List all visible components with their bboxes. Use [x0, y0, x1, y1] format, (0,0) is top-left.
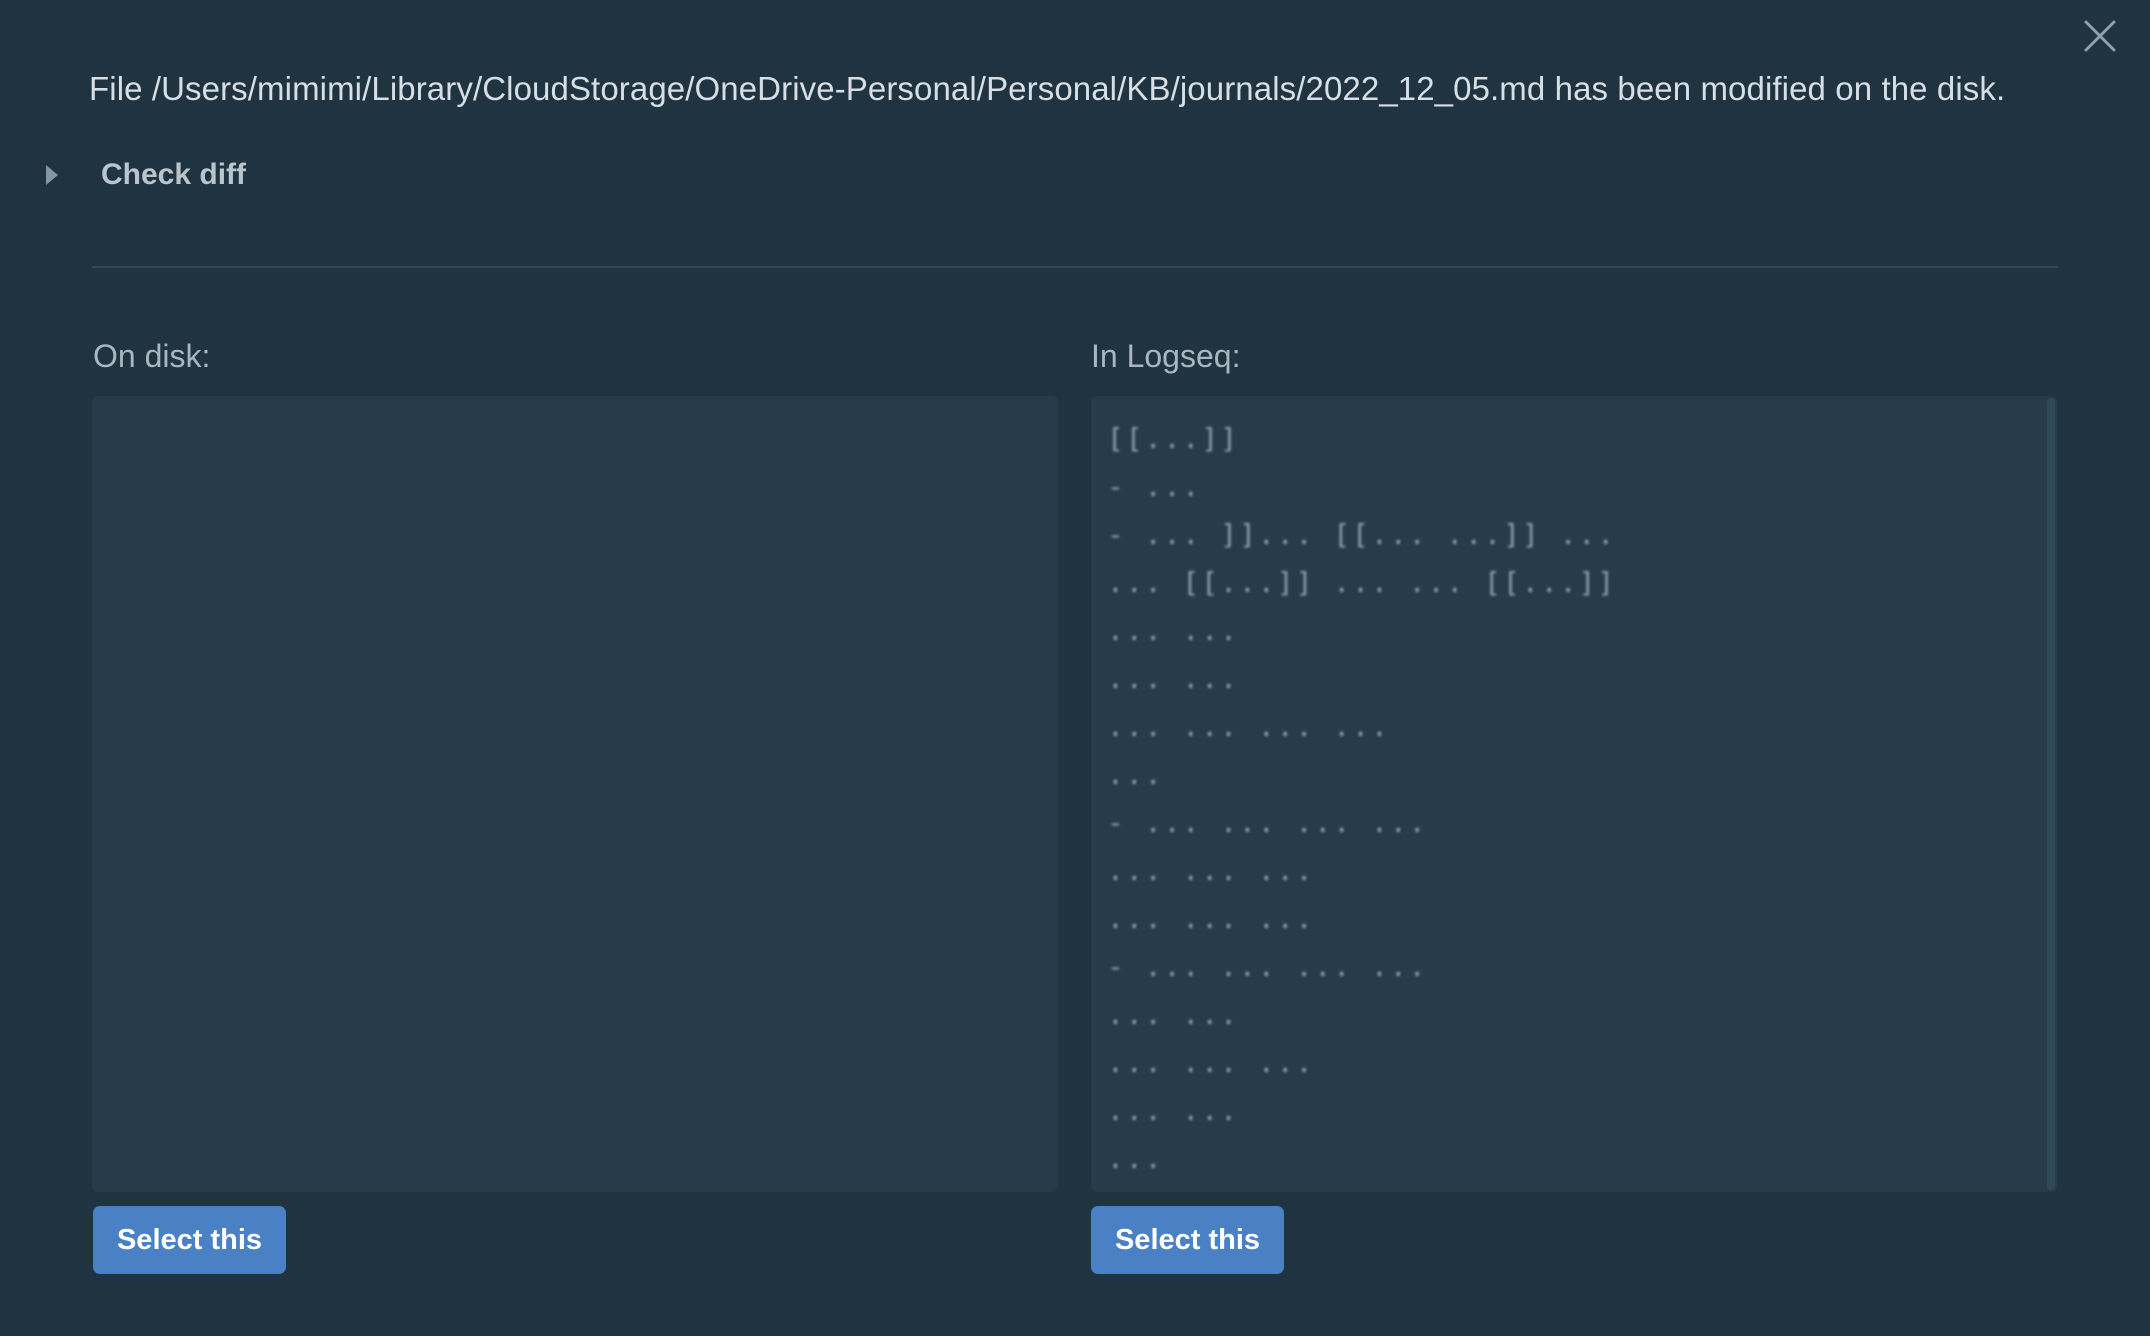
content-line: ... ... [1107, 613, 1240, 647]
logseq-text: [[...]] - ... - ... ]]... [[... ...]] ..… [1107, 414, 2033, 1182]
content-line: ... ... [1107, 1093, 1240, 1127]
in-logseq-content[interactable]: [[...]] - ... - ... ]]... [[... ...]] ..… [1091, 396, 2057, 1192]
file-modified-dialog: File /Users/mimimi/Library/CloudStorage/… [0, 0, 2150, 1336]
content-line: ... ... ... ... [1107, 709, 1390, 743]
close-button[interactable] [2072, 8, 2128, 64]
close-icon [2084, 20, 2116, 52]
select-on-disk-button[interactable]: Select this [93, 1206, 286, 1274]
on-disk-content[interactable] [92, 396, 1058, 1192]
scrollbar[interactable] [2047, 398, 2055, 1190]
content-line: ... [[...]] ... ... [[...]] [1107, 565, 1617, 599]
content-line: - ... ... ... ... [1107, 805, 1428, 839]
on-disk-title: On disk: [93, 338, 211, 374]
check-diff-label: Check diff [101, 158, 247, 191]
check-diff-toggle[interactable]: Check diff [46, 158, 246, 192]
content-line: ... ... ... [1107, 853, 1315, 887]
content-line: [[...]] [1107, 421, 1240, 455]
divider [92, 266, 2058, 268]
content-line: ... [1107, 1141, 1164, 1175]
content-line: - ... [1107, 469, 1202, 503]
content-line: ... ... [1107, 661, 1240, 695]
modified-message: File /Users/mimimi/Library/CloudStorage/… [89, 70, 2006, 107]
content-line: ... [1107, 757, 1164, 791]
content-line: ... ... [1107, 997, 1240, 1031]
content-line: - ... ... ... ... [1107, 949, 1428, 983]
content-line: ... ... ... [1107, 901, 1315, 935]
content-line: ... ... ... [1107, 1045, 1315, 1079]
triangle-right-icon [46, 165, 58, 185]
select-in-logseq-button[interactable]: Select this [1091, 1206, 1284, 1274]
content-line: - ... ]]... [[... ...]] ... [1107, 517, 1617, 551]
in-logseq-title: In Logseq: [1091, 338, 1241, 374]
